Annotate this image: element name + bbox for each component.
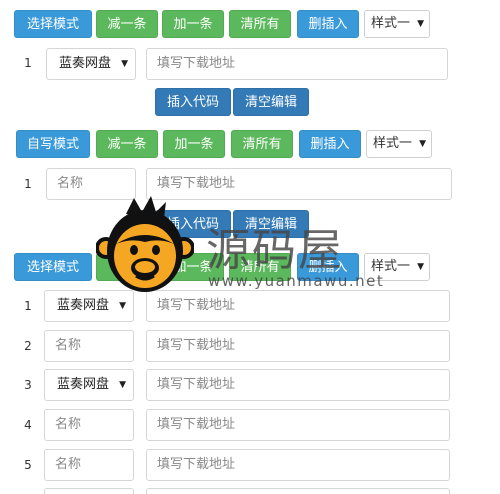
style-select-value: 样式一 xyxy=(371,16,411,31)
monkey-logo-icon xyxy=(96,196,194,292)
row-number: 5 xyxy=(24,458,32,472)
row-number: 4 xyxy=(24,418,32,432)
row-number: 2 xyxy=(24,339,32,353)
watermark-text: 源码屋 xyxy=(206,225,344,276)
delete-insert-button[interactable]: 删插入 xyxy=(297,10,359,38)
download-url-input[interactable]: 填写下载地址 xyxy=(146,409,450,441)
chevron-down-icon: ▼ xyxy=(417,19,424,29)
select-mode-button[interactable]: 选择模式 xyxy=(14,253,92,281)
chevron-down-icon: ▼ xyxy=(121,59,128,69)
download-url-input[interactable] xyxy=(146,488,450,494)
name-input[interactable] xyxy=(44,488,134,494)
insert-code-button[interactable]: 插入代码 xyxy=(155,88,231,116)
drive-select[interactable]: 蓝奏网盘 ▼ xyxy=(44,369,134,401)
clear-all-button[interactable]: 清所有 xyxy=(231,130,293,158)
chevron-down-icon: ▼ xyxy=(419,139,426,149)
row-number: 1 xyxy=(24,177,32,191)
download-url-input[interactable]: 填写下载地址 xyxy=(146,330,450,362)
style-select-value: 样式一 xyxy=(373,136,413,151)
name-input[interactable]: 名称 xyxy=(44,330,134,362)
add-row-button[interactable]: 加一条 xyxy=(162,10,224,38)
drive-select-value: 蓝奏网盘 xyxy=(59,56,112,71)
name-input[interactable]: 名称 xyxy=(44,449,134,481)
add-row-button[interactable]: 加一条 xyxy=(163,130,225,158)
name-input[interactable]: 名称 xyxy=(44,409,134,441)
remove-row-button[interactable]: 减一条 xyxy=(96,130,158,158)
download-url-input[interactable]: 填写下载地址 xyxy=(146,369,450,401)
clear-edit-button[interactable]: 清空编辑 xyxy=(233,88,309,116)
row-number: 1 xyxy=(24,56,32,70)
download-url-input[interactable]: 填写下载地址 xyxy=(146,449,450,481)
drive-select[interactable]: 蓝奏网盘 ▼ xyxy=(46,48,136,80)
watermark-url: www.yuanmawu.net xyxy=(208,272,385,290)
drive-select-value: 蓝奏网盘 xyxy=(57,377,110,392)
clear-all-button[interactable]: 清所有 xyxy=(229,10,291,38)
download-url-input[interactable]: 填写下载地址 xyxy=(146,48,448,80)
delete-insert-button[interactable]: 删插入 xyxy=(299,130,361,158)
row-number: 1 xyxy=(24,299,32,313)
remove-row-button[interactable]: 减一条 xyxy=(96,10,158,38)
chevron-down-icon: ▼ xyxy=(119,380,126,390)
select-mode-button[interactable]: 选择模式 xyxy=(14,10,92,38)
style-select[interactable]: 样式一 ▼ xyxy=(366,130,432,158)
drive-select-value: 蓝奏网盘 xyxy=(57,298,110,313)
style-select[interactable]: 样式一 ▼ xyxy=(364,10,430,38)
chevron-down-icon: ▼ xyxy=(417,262,424,272)
custom-mode-button[interactable]: 自写模式 xyxy=(16,130,90,158)
row-number: 3 xyxy=(24,378,32,392)
